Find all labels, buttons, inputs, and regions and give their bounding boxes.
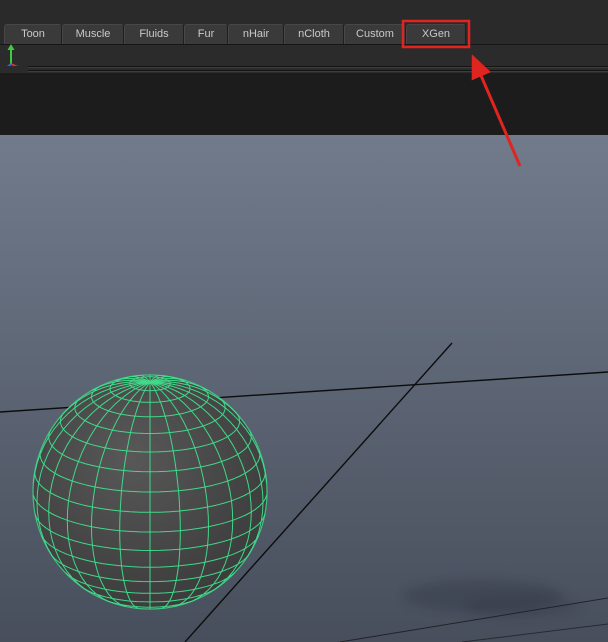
shelf-tab-nhair[interactable]: nHair: [228, 24, 284, 44]
groove-line: [28, 71, 608, 72]
shelf-tab-fluids[interactable]: Fluids: [124, 24, 184, 44]
viewport-canvas[interactable]: [0, 135, 608, 642]
panel-dark-strip: [0, 73, 608, 135]
shelf-tabs: Toon Muscle Fluids Fur nHair nCloth Cust…: [4, 24, 466, 44]
shelf-tab-ncloth[interactable]: nCloth: [284, 24, 344, 44]
shelf-tab-muscle[interactable]: Muscle: [62, 24, 124, 44]
shelf-tab-fur[interactable]: Fur: [184, 24, 228, 44]
shelf-tab-toon[interactable]: Toon: [4, 24, 62, 44]
maya-window: Toon Muscle Fluids Fur nHair nCloth Cust…: [0, 0, 608, 642]
wireframe-sphere: [33, 375, 267, 609]
shelf-row: [0, 45, 608, 66]
shelf-tab-xgen[interactable]: XGen: [406, 24, 466, 44]
shelf-tab-custom[interactable]: Custom: [344, 24, 406, 44]
groove-line: [28, 67, 608, 68]
